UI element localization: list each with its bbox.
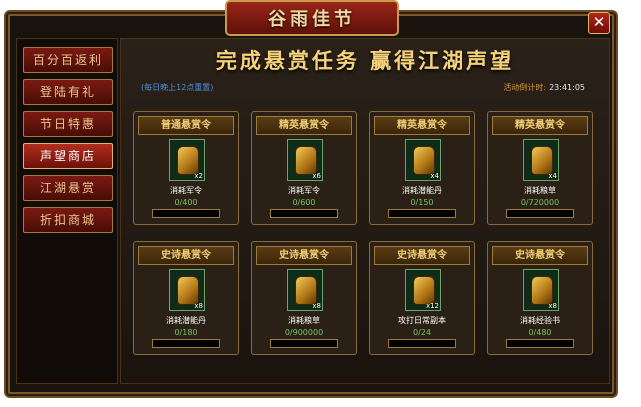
bounty-token-icon xyxy=(295,276,317,305)
item-slot[interactable]: x8 xyxy=(523,269,559,311)
sidebar-item-reputation-shop[interactable]: 声望商店 xyxy=(23,143,113,169)
progress-bar xyxy=(388,339,456,348)
task-label: 消耗军令 xyxy=(170,186,202,195)
window-title: 谷雨佳节 xyxy=(268,9,356,30)
task-label: 消耗潜能丹 xyxy=(166,316,206,325)
sidebar-item-bounty[interactable]: 江湖悬赏 xyxy=(23,175,113,201)
bounty-card[interactable]: 精英悬赏令 x6 消耗军令 0/600 xyxy=(251,111,357,225)
progress-bar xyxy=(388,209,456,218)
task-label: 攻打日常副本 xyxy=(398,316,446,325)
item-quantity: x4 xyxy=(430,172,439,180)
item-slot[interactable]: x12 xyxy=(405,269,441,311)
task-label: 消耗经验书 xyxy=(520,316,560,325)
close-icon[interactable]: ✕ xyxy=(588,12,610,34)
item-quantity: x8 xyxy=(194,302,203,310)
item-slot[interactable]: x8 xyxy=(287,269,323,311)
item-quantity: x6 xyxy=(312,172,321,180)
progress-text: 0/24 xyxy=(413,328,431,337)
item-slot[interactable]: x2 xyxy=(169,139,205,181)
task-label: 消耗潜能丹 xyxy=(402,186,442,195)
item-quantity: x8 xyxy=(548,302,557,310)
bounty-token-icon xyxy=(177,276,199,305)
task-label: 消耗军令 xyxy=(288,186,320,195)
sidebar-item-rebate[interactable]: 百分百返利 xyxy=(23,47,113,73)
progress-bar xyxy=(506,209,574,218)
card-title: 史诗悬赏令 xyxy=(256,246,352,265)
bounty-token-icon xyxy=(177,146,199,175)
progress-bar xyxy=(270,339,338,348)
bounty-card[interactable]: 史诗悬赏令 x12 攻打日常副本 0/24 xyxy=(369,241,475,355)
progress-text: 0/720000 xyxy=(520,198,560,207)
countdown-value: 23:41:05 xyxy=(549,83,585,92)
task-label: 消耗粮草 xyxy=(524,186,556,195)
bounty-token-icon xyxy=(531,146,553,175)
bounty-card[interactable]: 精英悬赏令 x4 消耗潜能丹 0/150 xyxy=(369,111,475,225)
task-label: 消耗粮草 xyxy=(288,316,320,325)
item-quantity: x2 xyxy=(194,172,203,180)
sidebar-item-holiday-deals[interactable]: 节日特惠 xyxy=(23,111,113,137)
page-title: 完成悬赏任务 赢得江湖声望 xyxy=(215,49,515,73)
card-title: 史诗悬赏令 xyxy=(374,246,470,265)
progress-text: 0/480 xyxy=(528,328,552,337)
item-slot[interactable]: x6 xyxy=(287,139,323,181)
item-slot[interactable]: x4 xyxy=(405,139,441,181)
card-title: 精英悬赏令 xyxy=(374,116,470,135)
bounty-token-icon xyxy=(413,146,435,175)
item-slot[interactable]: x8 xyxy=(169,269,205,311)
progress-bar xyxy=(270,209,338,218)
sidebar-item-discount-mall[interactable]: 折扣商城 xyxy=(23,207,113,233)
bounty-token-icon xyxy=(531,276,553,305)
card-title: 精英悬赏令 xyxy=(256,116,352,135)
card-title: 精英悬赏令 xyxy=(492,116,588,135)
progress-text: 0/400 xyxy=(174,198,198,207)
progress-text: 0/600 xyxy=(292,198,316,207)
bounty-panel: 完成悬赏任务 赢得江湖声望 (每日晚上12点重置) 活动倒计时: 23:41:05… xyxy=(120,38,610,384)
item-slot[interactable]: x4 xyxy=(523,139,559,181)
bounty-card[interactable]: 普通悬赏令 x2 消耗军令 0/400 xyxy=(133,111,239,225)
progress-bar xyxy=(152,209,220,218)
item-quantity: x12 xyxy=(425,302,439,310)
bounty-token-icon xyxy=(413,276,435,305)
bounty-card[interactable]: 精英悬赏令 x4 消耗粮草 0/720000 xyxy=(487,111,593,225)
progress-bar xyxy=(506,339,574,348)
card-title: 普通悬赏令 xyxy=(138,116,234,135)
progress-text: 0/180 xyxy=(174,328,198,337)
card-title: 史诗悬赏令 xyxy=(492,246,588,265)
item-quantity: x8 xyxy=(312,302,321,310)
countdown: 活动倒计时: 23:41:05 xyxy=(503,82,585,93)
bounty-card[interactable]: 史诗悬赏令 x8 消耗粮草 0/900000 xyxy=(251,241,357,355)
item-quantity: x4 xyxy=(548,172,557,180)
sidebar: 百分百返利 登陆有礼 节日特惠 声望商店 江湖悬赏 折扣商城 xyxy=(16,38,118,384)
bounty-card[interactable]: 史诗悬赏令 x8 消耗潜能丹 0/180 xyxy=(133,241,239,355)
reset-note: (每日晚上12点重置) xyxy=(141,83,214,92)
bounty-card[interactable]: 史诗悬赏令 x8 消耗经验书 0/480 xyxy=(487,241,593,355)
card-title: 史诗悬赏令 xyxy=(138,246,234,265)
window-title-banner: 谷雨佳节 xyxy=(225,0,399,36)
countdown-label: 活动倒计时: xyxy=(503,83,547,92)
progress-bar xyxy=(152,339,220,348)
bounty-token-icon xyxy=(295,146,317,175)
progress-text: 0/900000 xyxy=(284,328,324,337)
sidebar-item-login-gift[interactable]: 登陆有礼 xyxy=(23,79,113,105)
progress-text: 0/150 xyxy=(410,198,434,207)
